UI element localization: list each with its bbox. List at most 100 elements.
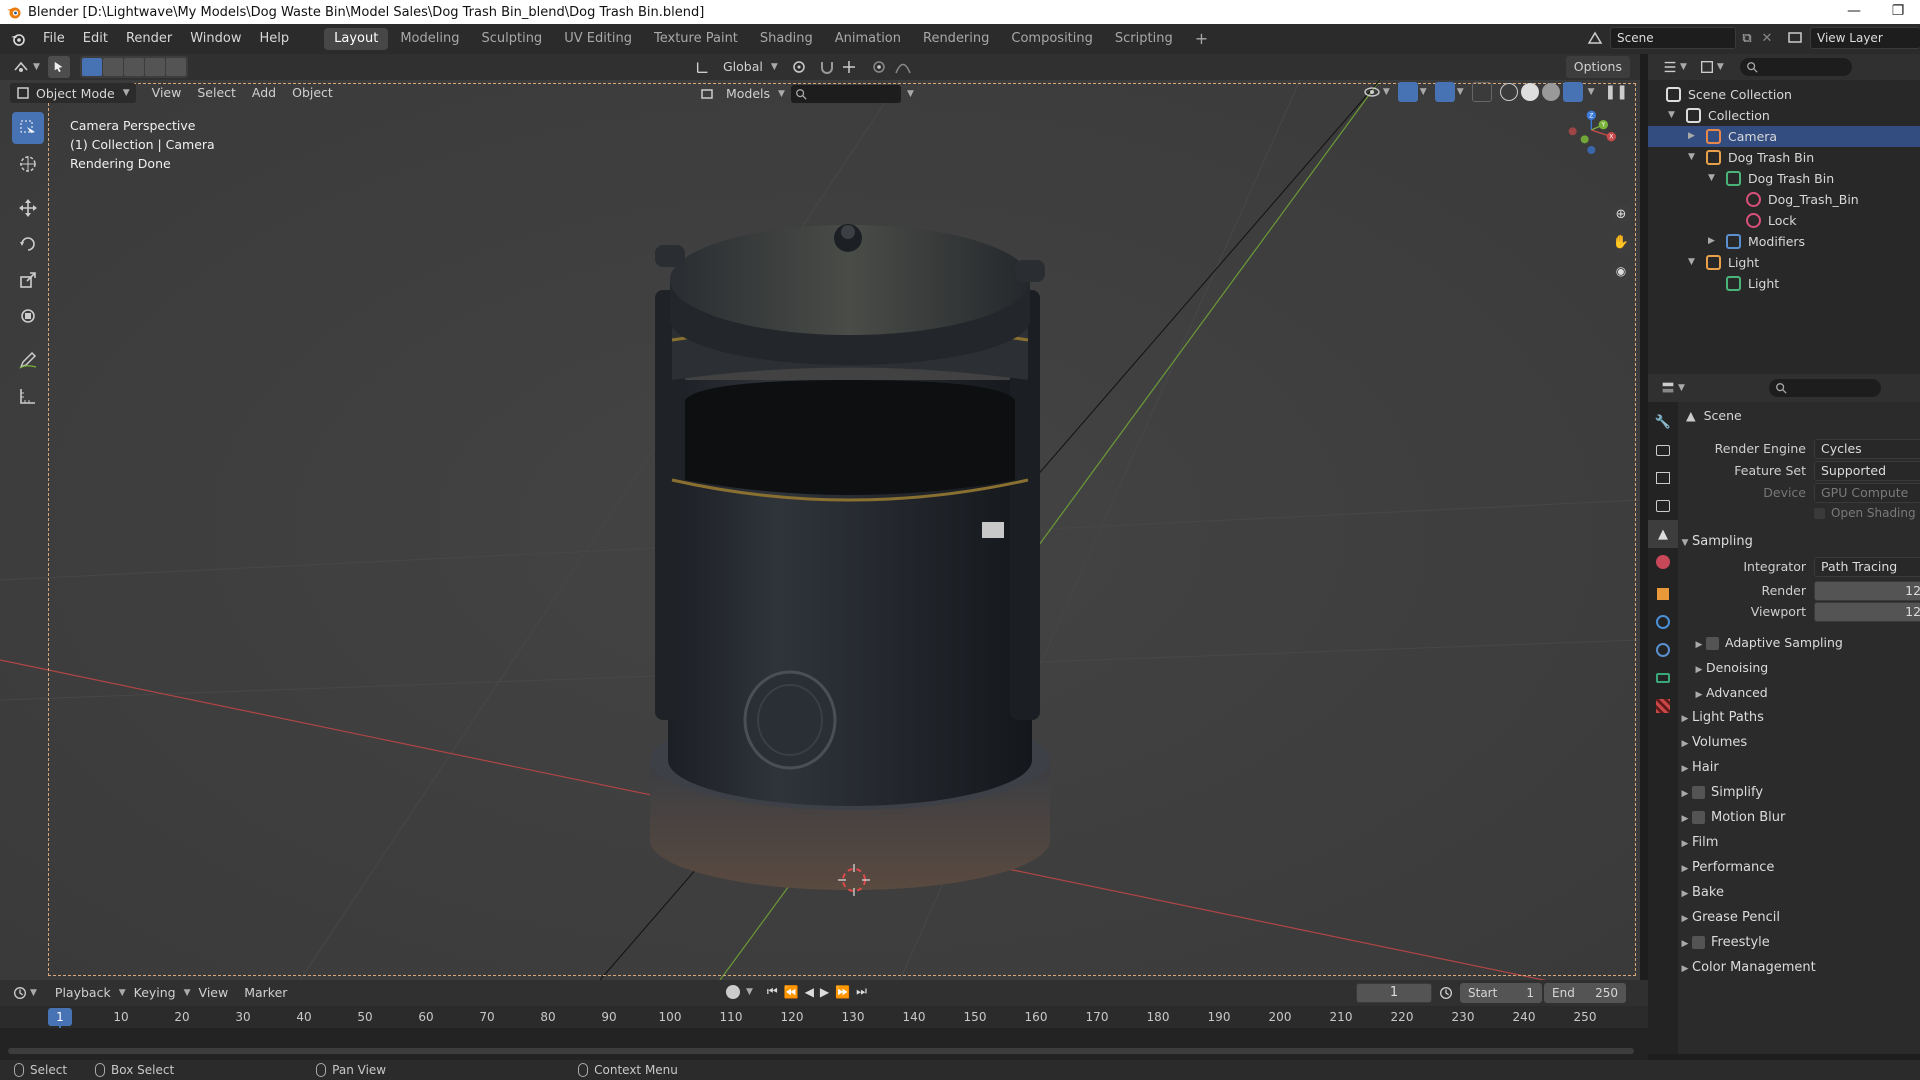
jump-keyframe-forward-icon[interactable]: ⏩ — [835, 985, 850, 999]
tab-render[interactable] — [1648, 436, 1678, 464]
minimize-button[interactable]: — — [1832, 0, 1876, 24]
select-box-tool[interactable] — [12, 112, 44, 144]
panel-enable-checkbox[interactable] — [1692, 936, 1705, 949]
outliner-row[interactable]: Light — [1648, 273, 1920, 294]
transform-tool[interactable] — [12, 300, 44, 332]
outliner-row[interactable]: Scene Collection — [1648, 84, 1920, 105]
outliner-row[interactable]: ▶ Camera — [1648, 126, 1920, 147]
playback-chevron-icon[interactable]: ▼ — [119, 988, 126, 998]
render-samples-field[interactable]: 128 — [1814, 581, 1920, 601]
new-scene-icon[interactable]: ⧉ — [1736, 31, 1758, 46]
expand-chevron-right-icon[interactable]: ▶ — [1708, 231, 1715, 252]
jump-keyframe-back-icon[interactable]: ⏪ — [784, 985, 799, 999]
scene-icon[interactable] — [1586, 29, 1604, 47]
display-mode-chevron-icon[interactable]: ▼ — [1717, 62, 1724, 72]
start-frame-field[interactable]: Start 1 — [1460, 983, 1542, 1003]
menu-render[interactable]: Render — [117, 24, 181, 54]
tab-modifiers[interactable] — [1648, 608, 1678, 636]
expand-chevron-down-icon[interactable]: ▼ — [1708, 168, 1715, 189]
gizmo-toggle-icon[interactable] — [1397, 82, 1418, 102]
menu-file[interactable]: File — [34, 24, 74, 54]
collection-filter-dropdown[interactable]: Models — [718, 83, 778, 105]
expand-chevron-down-icon[interactable]: ▼ — [1688, 252, 1695, 273]
overlays-toggle-icon[interactable] — [1434, 82, 1455, 102]
blender-menu-icon[interactable] — [10, 31, 26, 47]
outliner-editor-chevron-icon[interactable]: ▼ — [1680, 62, 1687, 72]
tab-object[interactable] — [1648, 580, 1678, 608]
measure-tool[interactable] — [12, 380, 44, 412]
camera-view-icon[interactable]: ◉ — [1610, 260, 1632, 282]
properties-editor-icon[interactable] — [1660, 380, 1676, 396]
menu-add[interactable]: Add — [244, 82, 284, 104]
tab-shading[interactable]: Shading — [750, 28, 823, 50]
keying-set-chevron-icon[interactable]: ▼ — [746, 987, 753, 997]
tab-animation[interactable]: Animation — [825, 28, 911, 50]
panel-freestyle[interactable]: ▶ Freestyle — [1678, 931, 1920, 955]
pause-render-icon[interactable]: ❚❚ — [1605, 84, 1628, 100]
select-extend-icon[interactable] — [102, 58, 123, 76]
delete-scene-icon[interactable]: ✕ — [1758, 31, 1776, 46]
timeline-track-area[interactable] — [0, 1028, 1648, 1060]
panel-hair[interactable]: ▶ Hair — [1678, 756, 1920, 780]
tab-texture[interactable] — [1648, 692, 1678, 720]
tab-object-data[interactable] — [1648, 664, 1678, 692]
active-tool-button[interactable] — [47, 56, 70, 78]
panel-light-paths[interactable]: ▶ Light Paths — [1678, 706, 1920, 730]
menu-select[interactable]: Select — [189, 82, 244, 104]
proportional-editing-icon[interactable] — [870, 58, 888, 76]
tab-output[interactable] — [1648, 464, 1678, 492]
keying-chevron-icon[interactable]: ▼ — [184, 988, 191, 998]
render-engine-dropdown[interactable]: Cycles — [1814, 439, 1920, 459]
play-reverse-icon[interactable]: ◀ — [805, 985, 814, 999]
options-dropdown[interactable]: Options — [1565, 56, 1630, 78]
shading-material-icon[interactable] — [1541, 83, 1560, 101]
timeline-editor-icon[interactable] — [12, 985, 28, 1001]
select-subtract-icon[interactable] — [123, 58, 144, 76]
outliner-row[interactable]: Dog_Trash_Bin — [1648, 189, 1920, 210]
navigation-gizmo[interactable]: Z Y X ⊕ ✋ ◉ — [1550, 110, 1632, 282]
gizmo-chevron-down-icon[interactable]: ▼ — [1420, 87, 1427, 97]
outliner-editor-icon[interactable] — [1662, 59, 1678, 75]
annotate-tool[interactable] — [12, 344, 44, 376]
maximize-button[interactable]: ❐ — [1876, 0, 1920, 24]
viewport-search-input[interactable] — [790, 85, 901, 103]
rotate-tool[interactable] — [12, 228, 44, 260]
add-workspace-button[interactable]: + — [1185, 28, 1218, 50]
timeline-scrollbar[interactable] — [8, 1048, 1634, 1054]
viewport-scene[interactable] — [0, 80, 1640, 980]
panel-bake[interactable]: ▶ Bake — [1678, 881, 1920, 905]
menu-object[interactable]: Object — [284, 82, 341, 104]
outliner-row[interactable]: Lock — [1648, 210, 1920, 231]
tab-modeling[interactable]: Modeling — [390, 28, 469, 50]
panel-simplify[interactable]: ▶ Simplify — [1678, 781, 1920, 805]
outliner-row[interactable]: ▼ Dog Trash Bin — [1648, 147, 1920, 168]
select-intersect-icon[interactable] — [165, 58, 186, 76]
viewport-samples-field[interactable]: 128 — [1814, 602, 1920, 622]
osl-checkbox[interactable] — [1814, 508, 1825, 519]
expand-chevron-right-icon[interactable]: ▶ — [1688, 126, 1695, 147]
tab-compositing[interactable]: Compositing — [1001, 28, 1103, 50]
jump-end-icon[interactable]: ⏭ — [856, 984, 867, 999]
falloff-curve-icon[interactable] — [894, 58, 912, 76]
select-invert-icon[interactable] — [144, 58, 165, 76]
play-icon[interactable]: ▶ — [820, 985, 829, 999]
device-dropdown[interactable]: GPU Compute — [1814, 483, 1920, 503]
view-layer-icon[interactable] — [1786, 29, 1804, 47]
view-layer-selector[interactable]: View Layer — [1810, 27, 1920, 49]
timeline-editor-chevron-icon[interactable]: ▼ — [30, 988, 37, 998]
outliner-row[interactable]: ▼ Light — [1648, 252, 1920, 273]
editor-type-icon[interactable] — [12, 58, 30, 76]
overlays-chevron-down-icon[interactable]: ▼ — [1457, 87, 1464, 97]
shading-wireframe-icon[interactable] — [1499, 83, 1518, 101]
menu-timeline-view[interactable]: View — [191, 982, 237, 1004]
shading-solid-icon[interactable] — [1520, 83, 1539, 101]
shading-rendered-icon[interactable] — [1562, 82, 1583, 102]
visibility-chevron-down-icon[interactable]: ▼ — [1383, 87, 1390, 97]
tab-scene[interactable]: ▲ — [1648, 520, 1678, 548]
panel-volumes[interactable]: ▶ Volumes — [1678, 731, 1920, 755]
timeline-ruler[interactable]: 1102030405060708090100110120130140150160… — [0, 1006, 1648, 1060]
display-mode-icon[interactable] — [1699, 59, 1715, 75]
sampling-panel-header[interactable]: ▼ Sampling — [1678, 530, 1920, 554]
end-frame-field[interactable]: End 250 — [1544, 983, 1626, 1003]
editor-type-dropdown-icon[interactable]: ▼ — [33, 62, 40, 72]
